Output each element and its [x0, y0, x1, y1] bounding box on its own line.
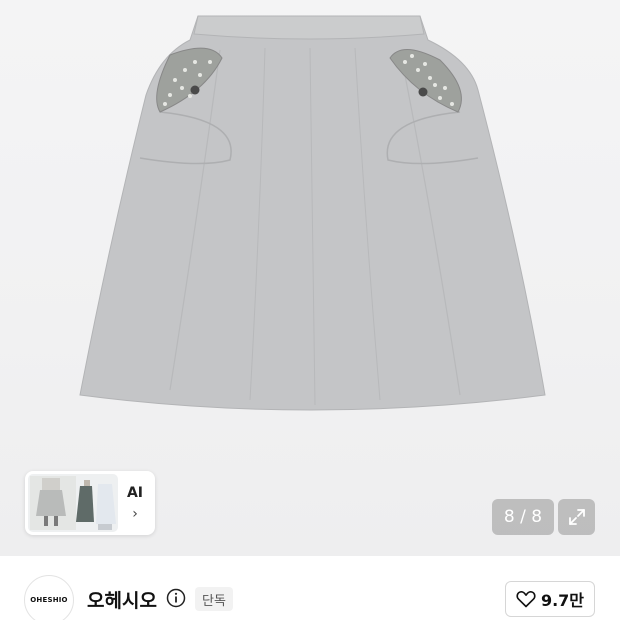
- expand-icon: [568, 509, 585, 525]
- ai-label: AI: [126, 485, 144, 501]
- store-logo[interactable]: OHESHIO: [24, 575, 74, 620]
- heart-icon: [516, 591, 536, 608]
- like-button[interactable]: 9.7만: [505, 581, 595, 617]
- expand-image-button[interactable]: [558, 499, 595, 535]
- info-icon[interactable]: [166, 588, 186, 608]
- ai-styling-card[interactable]: AI ›: [25, 471, 155, 535]
- ai-outfit-thumbnail: [28, 474, 118, 532]
- chevron-right-icon: ›: [132, 506, 138, 522]
- product-image[interactable]: AI › 8 / 8: [0, 0, 620, 556]
- store-logo-text: OHESHIO: [30, 596, 68, 604]
- image-page-counter: 8 / 8: [492, 499, 554, 535]
- exclusive-badge: 단독: [195, 587, 233, 611]
- store-name[interactable]: 오헤시오: [87, 586, 157, 613]
- like-count: 9.7만: [540, 591, 585, 610]
